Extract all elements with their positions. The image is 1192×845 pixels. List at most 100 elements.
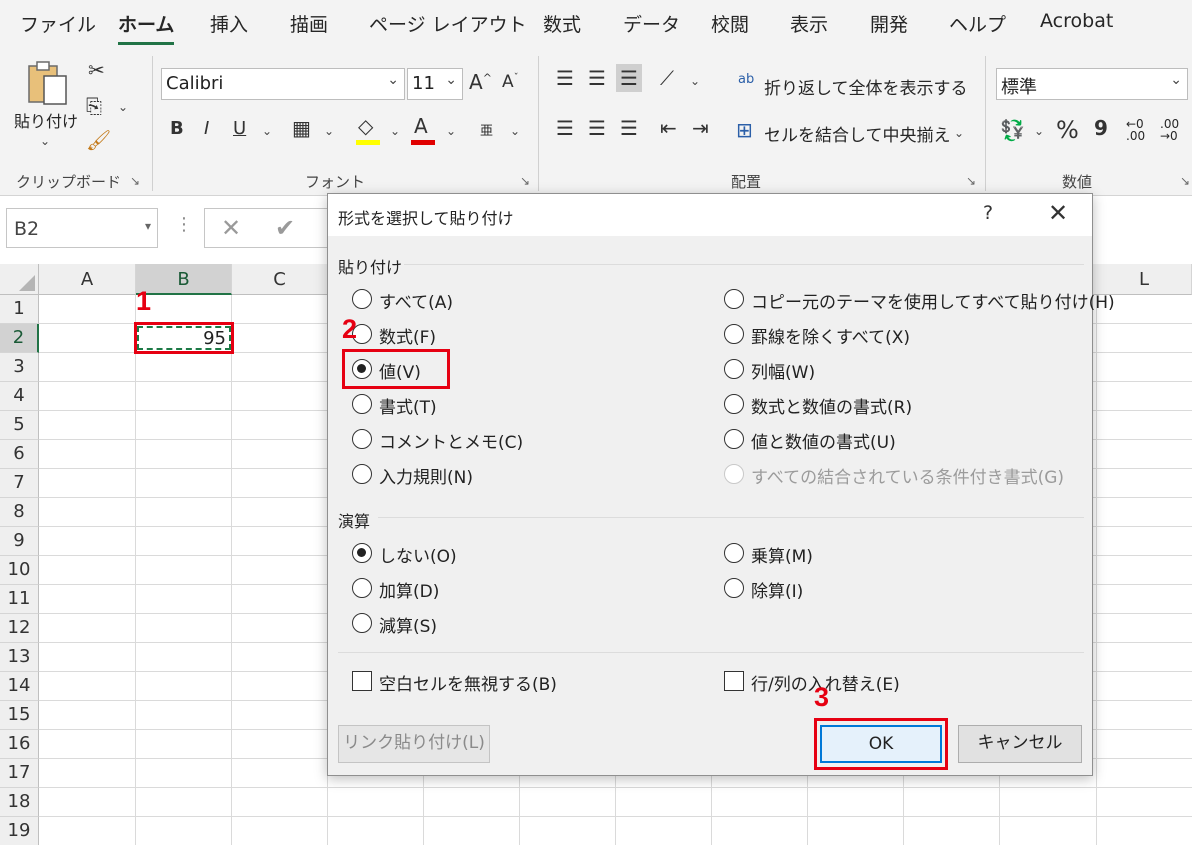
chevron-down-icon[interactable]: ⌄ [446, 124, 456, 138]
decrease-indent-icon[interactable]: ⇤ [660, 116, 677, 140]
row-header-10[interactable]: 10 [0, 556, 39, 585]
close-icon[interactable]: ✕ [1048, 199, 1068, 227]
merge-center-button[interactable]: セルを結合して中央揃え [764, 121, 951, 146]
operation-option-0[interactable]: しない(O) [352, 541, 712, 567]
align-left-icon[interactable]: ☰ [556, 116, 574, 140]
row-header-2[interactable]: 2 [0, 324, 39, 353]
paste-button[interactable]: 貼り付け ⌄ [10, 58, 80, 158]
dialog-launcher-icon[interactable]: ↘ [520, 174, 530, 188]
column-header-a[interactable]: A [39, 264, 136, 295]
tab-review[interactable]: 校閲 [711, 10, 749, 37]
radio-button[interactable] [724, 429, 744, 449]
format-painter-icon[interactable]: 🖌 [86, 128, 111, 152]
transpose-checkbox[interactable]: 行/列の入れ替え(E) [724, 669, 964, 695]
row-header-11[interactable]: 11 [0, 585, 39, 614]
row-header-4[interactable]: 4 [0, 382, 39, 411]
cancel-entry-button[interactable]: ✕ [221, 214, 241, 242]
number-format-combo[interactable]: 標準 ⌄ [996, 68, 1188, 100]
tab-view[interactable]: 表示 [790, 10, 828, 37]
radio-button[interactable] [724, 289, 744, 309]
radio-button[interactable] [352, 289, 372, 309]
paste-right-option-2[interactable]: 列幅(W) [724, 357, 1084, 383]
select-all-button[interactable] [0, 264, 39, 295]
tab-page-layout[interactable]: ページ レイアウト [369, 10, 527, 37]
accounting-format-icon[interactable]: 💱 [1000, 118, 1025, 142]
chevron-down-icon[interactable]: ⌄ [324, 124, 334, 138]
paste-right-option-4[interactable]: 値と数値の書式(U) [724, 427, 1084, 453]
radio-button[interactable] [352, 464, 372, 484]
radio-button[interactable] [352, 394, 372, 414]
comma-style-button[interactable]: 9 [1094, 116, 1108, 140]
radio-button[interactable] [352, 429, 372, 449]
row-header-9[interactable]: 9 [0, 527, 39, 556]
row-header-17[interactable]: 17 [0, 759, 39, 788]
align-bottom-icon[interactable]: ☰ [616, 64, 642, 92]
orientation-icon[interactable]: ⟋ [660, 66, 674, 90]
radio-button[interactable] [724, 543, 744, 563]
row-header-14[interactable]: 14 [0, 672, 39, 701]
percent-style-button[interactable]: % [1056, 116, 1079, 144]
align-middle-icon[interactable]: ☰ [588, 66, 606, 90]
radio-button[interactable] [724, 359, 744, 379]
row-header-15[interactable]: 15 [0, 701, 39, 730]
operation-right-option-1[interactable]: 除算(I) [724, 576, 1084, 602]
font-color-button[interactable]: A [414, 114, 428, 138]
help-icon[interactable]: ? [983, 202, 993, 224]
italic-button[interactable]: I [204, 118, 209, 139]
tab-draw[interactable]: 描画 [290, 10, 328, 37]
row-header-8[interactable]: 8 [0, 498, 39, 527]
font-name-combo[interactable]: Calibri ⌄ [161, 68, 405, 100]
dialog-launcher-icon[interactable]: ↘ [966, 174, 976, 188]
radio-button[interactable] [724, 324, 744, 344]
increase-indent-icon[interactable]: ⇥ [692, 116, 709, 140]
decrease-decimal-button[interactable]: .00 →0 [1160, 118, 1190, 142]
paste-option-5[interactable]: 入力規則(N) [352, 462, 712, 488]
row-header-18[interactable]: 18 [0, 788, 39, 817]
paste-option-1[interactable]: 数式(F) [352, 322, 712, 348]
operation-option-1[interactable]: 加算(D) [352, 576, 712, 602]
row-header-13[interactable]: 13 [0, 643, 39, 672]
paste-option-3[interactable]: 書式(T) [352, 392, 712, 418]
tab-data[interactable]: データ [623, 10, 680, 37]
chevron-down-icon[interactable]: ⌄ [954, 126, 964, 140]
borders-icon[interactable]: ▦ [292, 116, 311, 140]
scissors-icon[interactable]: ✂ [88, 58, 105, 82]
dialog-launcher-icon[interactable]: ↘ [130, 174, 140, 188]
formula-bar-grip-icon[interactable]: ⋮ [175, 214, 193, 235]
copy-icon[interactable]: ⎘ [86, 94, 102, 118]
cancel-button[interactable]: キャンセル [958, 725, 1082, 763]
paste-link-button[interactable]: リンク貼り付け(L) [338, 725, 490, 763]
radio-button[interactable] [724, 578, 744, 598]
tab-file[interactable]: ファイル [20, 10, 96, 37]
row-header-6[interactable]: 6 [0, 440, 39, 469]
fill-color-icon[interactable]: ◇ [358, 114, 373, 138]
chevron-down-icon[interactable]: ⌄ [510, 124, 520, 138]
paste-right-option-1[interactable]: 罫線を除くすべて(X) [724, 322, 1084, 348]
name-box[interactable]: B2 ▾ [6, 208, 158, 248]
chevron-down-icon[interactable]: ⌄ [262, 124, 272, 138]
align-top-icon[interactable]: ☰ [556, 66, 574, 90]
row-header-12[interactable]: 12 [0, 614, 39, 643]
tab-formulas[interactable]: 数式 [543, 10, 581, 37]
radio-button[interactable] [352, 543, 372, 563]
wrap-text-button[interactable]: 折り返して全体を表示する [764, 74, 968, 99]
chevron-down-icon[interactable]: ⌄ [390, 124, 400, 138]
chevron-down-icon[interactable]: ⌄ [690, 74, 700, 88]
radio-button[interactable] [352, 578, 372, 598]
enter-entry-button[interactable]: ✔ [275, 214, 295, 242]
row-header-19[interactable]: 19 [0, 817, 39, 845]
chevron-down-icon[interactable]: ⌄ [118, 100, 128, 114]
paste-option-4[interactable]: コメントとメモ(C) [352, 427, 712, 453]
increase-decimal-button[interactable]: ←0 .00 [1126, 118, 1154, 142]
tab-help[interactable]: ヘルプ [949, 10, 1006, 37]
align-right-icon[interactable]: ☰ [620, 116, 638, 140]
underline-button[interactable]: U [233, 118, 246, 139]
radio-button[interactable] [724, 394, 744, 414]
checkbox-box[interactable] [352, 671, 372, 691]
phonetic-guide-button[interactable]: 亜 [480, 120, 493, 139]
paste-right-option-0[interactable]: コピー元のテーマを使用してすべて貼り付け(H) [724, 287, 1115, 313]
paste-option-0[interactable]: すべて(A) [352, 287, 712, 313]
decrease-font-icon[interactable]: Aˇ [502, 72, 519, 92]
align-center-icon[interactable]: ☰ [588, 116, 606, 140]
tab-developer[interactable]: 開発 [870, 10, 908, 37]
